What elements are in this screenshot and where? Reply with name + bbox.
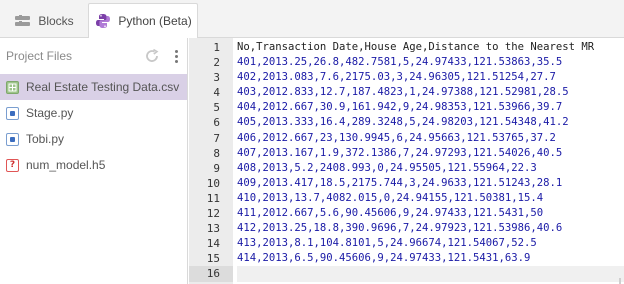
code-line: 410,2013,13.7,4082.015,0,24.94155,121.50… [237,191,544,204]
resize-grip-icon[interactable] [619,273,621,284]
code-line-active [237,266,624,282]
code-line: 404,2012.667,30.9,161.942,9,24.98353,121… [237,101,563,114]
line-number-gutter: 1 2 3 4 5 6 7 8 9 10 11 12 13 14 15 16 [189,38,233,284]
line-number: 9 [213,161,220,175]
more-options-icon[interactable] [172,46,180,66]
tab-python[interactable]: Python (Beta) [88,3,198,39]
tab-blocks-label: Blocks [38,13,74,28]
code-line: 407,2013.167,1.9,372.1386,7,24.97293,121… [237,146,563,159]
code-line: 408,2013,5.2,2408.993,0,24.95505,121.559… [237,161,537,174]
code-line: 412,2013.25,18.8,390.9696,7,24.97923,121… [237,222,563,235]
line-number: 15 [206,252,220,266]
code-line: 406,2012.667,23,130.9945,6,24.95663,121.… [237,131,556,144]
code-line: 414,2013,6.5,90.45606,9,24.97433,121.543… [237,252,531,265]
code-line: 413,2013,8.1,104.8101,5,24.96674,121.540… [237,237,537,250]
file-item-label: num_model.h5 [26,158,106,172]
line-number: 6 [213,116,220,130]
file-item-num-model-h5[interactable]: ? num_model.h5 [0,152,187,178]
file-item-tobi-py[interactable]: Tobi.py [0,126,187,152]
line-number: 2 [213,56,220,70]
line-number: 16 [189,266,233,282]
line-number: 12 [206,207,220,221]
csv-file-icon [6,80,19,94]
code-line: 411,2012.667,5.6,90.45606,9,24.97433,121… [237,207,544,220]
line-number: 4 [213,86,220,100]
code-line: 401,2013.25,26.8,482.7581,5,24.97433,121… [237,56,563,69]
python-file-icon [6,132,19,146]
line-number: 5 [213,101,220,115]
file-item-real-estate-csv[interactable]: Real Estate Testing Data.csv [0,74,187,100]
code-line: No,Transaction Date,House Age,Distance t… [237,41,595,53]
code-editor[interactable]: 1 2 3 4 5 6 7 8 9 10 11 12 13 14 15 16 N… [189,38,624,284]
code-line: 405,2013.333,16.4,289.3248,5,24.98203,12… [237,116,569,129]
code-line: 403,2012.833,12.7,187.4823,1,24.97388,12… [237,86,569,99]
python-file-icon [6,106,19,120]
line-number: 10 [206,176,220,190]
unknown-file-icon: ? [6,158,19,172]
blocks-icon [14,14,32,28]
tab-python-label: Python (Beta) [118,14,192,28]
code-line: 402,2013.083,7.6,2175.03,3,24.96305,121.… [237,71,556,84]
file-item-label: Tobi.py [26,132,65,146]
code-line: 409,2013.417,18.5,2175.744,3,24.9633,121… [237,176,563,189]
refresh-icon[interactable] [144,48,160,64]
file-item-label: Stage.py [26,106,74,120]
file-item-stage-py[interactable]: Stage.py [0,100,187,126]
line-number: 7 [213,131,220,145]
file-item-label: Real Estate Testing Data.csv [26,80,180,94]
line-number: 3 [213,71,220,85]
project-files-panel: Project Files Real Estate Testing Data.c… [0,38,188,284]
line-number: 13 [206,222,220,236]
line-number: 11 [206,191,220,205]
line-number: 1 [213,41,220,54]
line-number: 8 [213,146,220,160]
tab-blocks[interactable]: Blocks [0,3,88,38]
line-number: 14 [206,237,220,251]
python-logo-icon [94,14,112,28]
code-content[interactable]: No,Transaction Date,House Age,Distance t… [237,40,624,282]
project-files-title: Project Files [6,49,73,63]
project-files-header: Project Files [0,38,187,74]
editor-tab-bar: Blocks Python (Beta) [0,0,624,39]
